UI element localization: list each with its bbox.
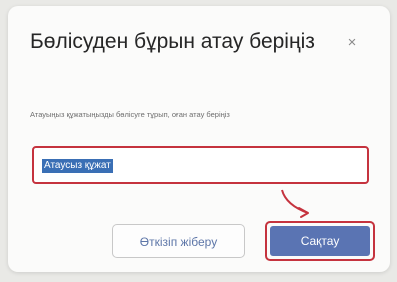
close-icon[interactable]: × [342, 33, 362, 53]
dialog-title: Бөлісуден бұрын атау беріңіз [30, 30, 315, 53]
skip-button[interactable]: Өткізіп жіберу [112, 224, 245, 258]
dialog-subtitle: Атауыңыз құжатыңызды бөлісуге тұрып, оға… [30, 110, 230, 119]
document-name-input[interactable]: Атаусыз құжат [32, 146, 369, 184]
document-name-value: Атаусыз құжат [42, 159, 113, 173]
save-button[interactable]: Сақтау [270, 226, 370, 256]
